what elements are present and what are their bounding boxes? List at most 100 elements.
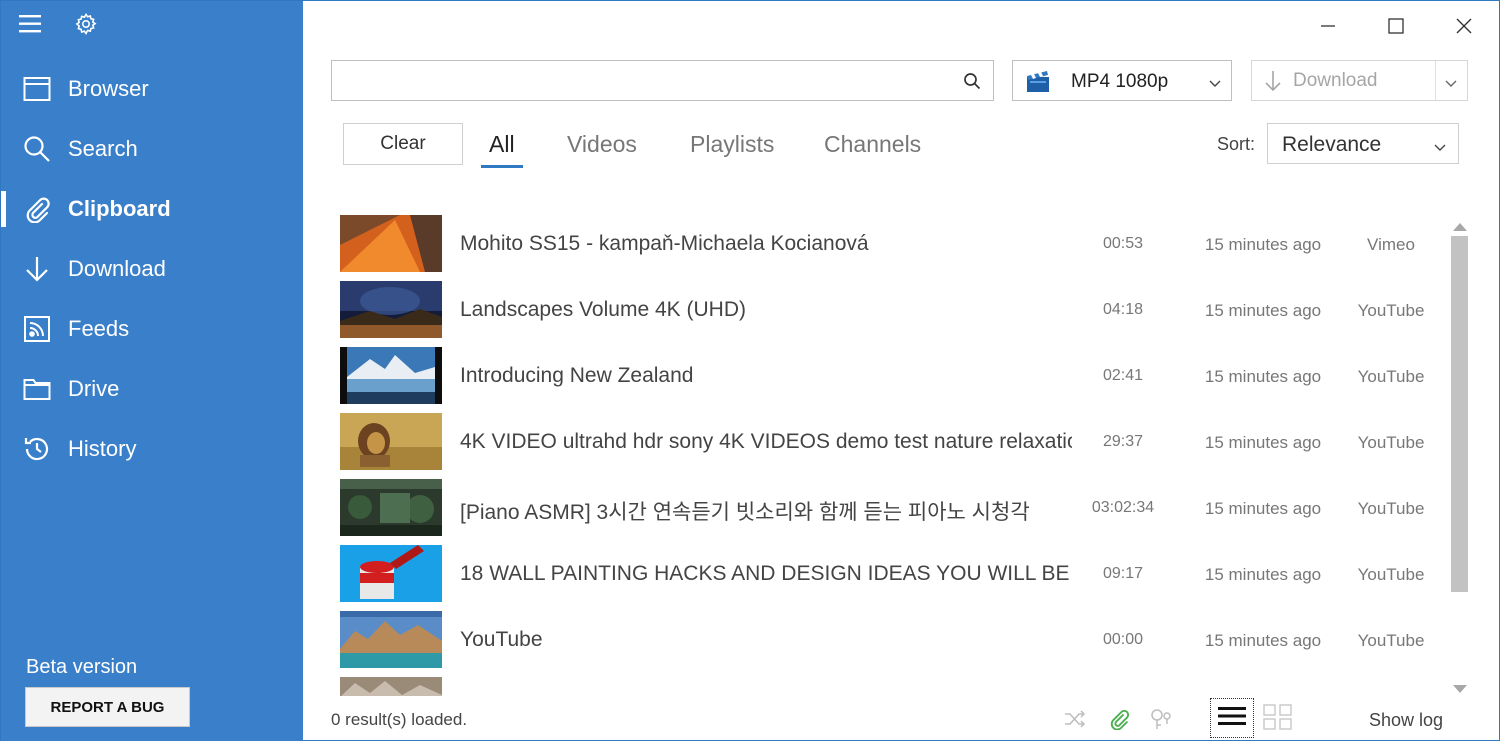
search-icon[interactable] [963, 72, 981, 90]
list-item[interactable] [331, 673, 1441, 696]
list-item[interactable]: YouTube 00:00 15 minutes ago YouTube [331, 607, 1441, 673]
video-duration: 02:41 [1102, 367, 1144, 384]
video-thumbnail [340, 215, 442, 272]
close-icon[interactable] [1449, 11, 1479, 41]
sidebar-item-label: Browser [68, 76, 149, 101]
search-input[interactable] [340, 67, 940, 95]
scrollbar-thumb[interactable] [1451, 236, 1468, 592]
history-clock-icon [23, 435, 51, 463]
video-thumbnail [340, 347, 442, 404]
app-window: Browser Search Clipboard Download Feeds … [0, 0, 1500, 741]
video-title: [Piano ASMR] 3시간 연속듣기 빗소리와 함께 듣는 피아노 시청각 [460, 501, 1030, 524]
list-item[interactable]: 18 WALL PAINTING HACKS AND DESIGN IDEAS … [331, 541, 1441, 607]
sidebar-item-history[interactable]: History [1, 419, 303, 479]
video-duration: 29:37 [1102, 433, 1144, 450]
list-view-icon [1218, 706, 1246, 731]
paperclip-icon [23, 195, 51, 223]
sidebar: Browser Search Clipboard Download Feeds … [1, 1, 303, 741]
beta-label: Beta version [26, 656, 138, 678]
rss-icon [23, 315, 51, 343]
sidebar-item-label: Search [68, 136, 138, 161]
sidebar-item-label: Feeds [68, 316, 130, 341]
paperclip-icon[interactable] [1106, 706, 1132, 732]
video-thumbnail [340, 479, 442, 536]
video-title: 18 WALL PAINTING HACKS AND DESIGN IDEAS … [460, 562, 1072, 585]
search-icon [23, 135, 51, 163]
download-arrow-icon [1264, 70, 1282, 97]
list-item[interactable]: Landscapes Volume 4K (UHD) 04:18 15 minu… [331, 277, 1441, 343]
clear-button[interactable]: Clear [343, 123, 463, 165]
video-duration: 00:00 [1102, 631, 1144, 648]
sidebar-item-browser[interactable]: Browser [1, 59, 303, 119]
list-item[interactable]: 4K VIDEO ultrahd hdr sony 4K VIDEOS demo… [331, 409, 1441, 475]
format-label: MP4 1080p [1071, 71, 1169, 92]
shuffle-icon[interactable] [1062, 706, 1088, 732]
video-source: YouTube [1357, 565, 1425, 584]
download-label: Download [1293, 70, 1378, 91]
tab-all[interactable]: All [489, 131, 515, 158]
tab-videos[interactable]: Videos [567, 131, 637, 158]
results-list: Mohito SS15 - kampaň-Michaela Kocianová … [331, 211, 1441, 696]
split-divider [1435, 61, 1436, 100]
grid-view-icon[interactable] [1263, 704, 1293, 734]
sort-dropdown[interactable]: Relevance [1267, 123, 1459, 164]
sidebar-item-label: History [68, 436, 137, 461]
video-source: YouTube [1357, 631, 1425, 650]
scroll-up-arrow-icon[interactable] [1452, 219, 1468, 237]
sidebar-item-feeds[interactable]: Feeds [1, 299, 303, 359]
added-time: 15 minutes ago [1204, 499, 1322, 518]
gear-icon[interactable] [74, 12, 98, 36]
video-title: Mohito SS15 - kampaň-Michaela Kocianová [460, 232, 869, 255]
download-button[interactable]: Download [1251, 60, 1468, 101]
browser-window-icon [23, 75, 51, 103]
sidebar-item-label: Drive [68, 376, 120, 401]
video-source: YouTube [1357, 301, 1425, 320]
list-view-button[interactable] [1210, 698, 1254, 738]
added-time: 15 minutes ago [1204, 367, 1322, 386]
sidebar-item-label: Clipboard [68, 196, 171, 221]
chevron-down-icon [1209, 75, 1221, 93]
video-duration: 04:18 [1102, 301, 1144, 318]
video-duration: 09:17 [1102, 565, 1144, 582]
sidebar-nav: Browser Search Clipboard Download Feeds … [1, 59, 303, 479]
chevron-down-icon [1434, 139, 1446, 157]
video-thumbnail [340, 677, 442, 696]
chevron-down-icon[interactable] [1445, 75, 1457, 93]
results-count: 0 result(s) loaded. [331, 710, 468, 729]
video-thumbnail [340, 281, 442, 338]
list-item[interactable]: [Piano ASMR] 3시간 연속듣기 빗소리와 함께 듣는 피아노 시청각… [331, 475, 1441, 541]
report-bug-button[interactable]: REPORT A BUG [25, 687, 190, 727]
video-thumbnail [340, 545, 442, 602]
video-source: Vimeo [1367, 235, 1415, 254]
added-time: 15 minutes ago [1204, 433, 1322, 452]
video-duration: 00:53 [1102, 235, 1144, 252]
video-title: 4K VIDEO ultrahd hdr sony 4K VIDEOS demo… [460, 430, 1072, 453]
list-item[interactable]: Mohito SS15 - kampaň-Michaela Kocianová … [331, 211, 1441, 277]
sidebar-item-search[interactable]: Search [1, 119, 303, 179]
sort-label: Sort: [1217, 134, 1256, 154]
url-search-box[interactable] [331, 60, 994, 101]
sidebar-item-clipboard[interactable]: Clipboard [1, 179, 303, 239]
show-log-button[interactable]: Show log [1369, 710, 1443, 731]
maximize-icon[interactable] [1381, 11, 1411, 41]
proxy-key-icon[interactable] [1149, 706, 1175, 732]
download-arrow-icon [23, 255, 51, 283]
sidebar-item-drive[interactable]: Drive [1, 359, 303, 419]
hamburger-icon[interactable] [18, 13, 42, 35]
added-time: 15 minutes ago [1204, 301, 1322, 320]
minimize-icon[interactable] [1313, 11, 1343, 41]
active-tab-indicator [481, 165, 523, 168]
format-dropdown[interactable]: MP4 1080p [1012, 60, 1232, 101]
sidebar-item-download[interactable]: Download [1, 239, 303, 299]
tab-channels[interactable]: Channels [824, 131, 921, 158]
video-source: YouTube [1357, 433, 1425, 452]
video-source: YouTube [1357, 499, 1425, 518]
video-source: YouTube [1357, 367, 1425, 386]
added-time: 15 minutes ago [1204, 631, 1322, 650]
list-item[interactable]: Introducing New Zealand 02:41 15 minutes… [331, 343, 1441, 409]
sidebar-item-label: Download [68, 256, 166, 281]
video-title: Landscapes Volume 4K (UHD) [460, 298, 746, 321]
video-title: YouTube [460, 628, 543, 651]
scroll-down-arrow-icon[interactable] [1452, 681, 1468, 699]
tab-playlists[interactable]: Playlists [690, 131, 774, 158]
